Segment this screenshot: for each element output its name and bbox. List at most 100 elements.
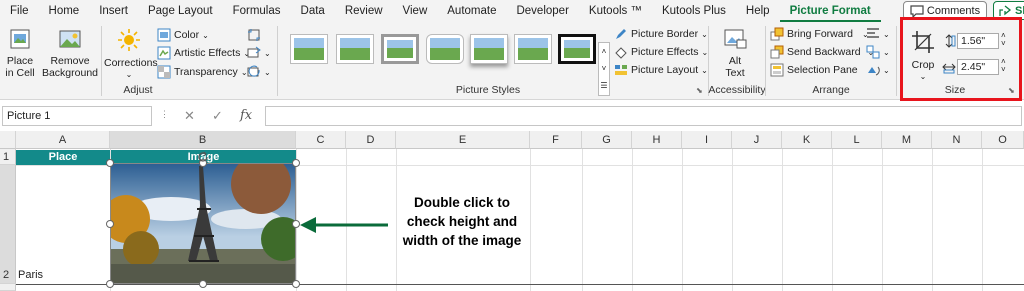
bring-forward-label: Bring Forward: [787, 28, 853, 40]
more-options-icon[interactable]: ⋮: [160, 109, 169, 120]
tab-data[interactable]: Data: [291, 0, 335, 22]
picture-style-7[interactable]: [558, 34, 596, 64]
tab-view[interactable]: View: [393, 0, 438, 22]
column-header-g[interactable]: G: [582, 131, 632, 149]
tab-kutools[interactable]: Kutools ™: [579, 0, 652, 22]
cancel-icon[interactable]: ✕: [184, 108, 195, 124]
picture-layout-button[interactable]: Picture Layout ⌄: [614, 63, 708, 77]
tab-formulas[interactable]: Formulas: [223, 0, 291, 22]
picture-styles-group-label: Picture Styles: [455, 84, 521, 96]
align-button[interactable]: ⌄: [866, 27, 890, 41]
bring-forward-button[interactable]: Bring Forward ⌄: [770, 27, 869, 41]
resize-handle[interactable]: [199, 280, 207, 288]
remove-background-button[interactable]: Remove Background: [40, 28, 100, 79]
column-header-l[interactable]: L: [832, 131, 882, 149]
chevron-down-icon[interactable]: ˅: [599, 60, 609, 77]
column-header-f[interactable]: F: [530, 131, 582, 149]
column-header-h[interactable]: H: [632, 131, 682, 149]
corrections-button[interactable]: Corrections ⌄: [104, 28, 158, 81]
chevron-down-icon: ⌄: [701, 29, 708, 39]
picture-styles-launcher-icon[interactable]: ⬊: [696, 86, 703, 95]
place-in-cell-button[interactable]: Place in Cell: [2, 28, 38, 79]
selection-pane-label: Selection Pane: [787, 64, 858, 76]
resize-handle[interactable]: [292, 159, 300, 167]
chevron-down-icon: ⌄: [883, 65, 890, 75]
cell-a2-paris[interactable]: Paris: [18, 269, 43, 281]
resize-handle[interactable]: [106, 220, 114, 228]
transparency-button[interactable]: Transparency ⌄: [157, 65, 248, 79]
column-header-n[interactable]: N: [932, 131, 982, 149]
picture-effects-label: Picture Effects: [631, 46, 699, 58]
column-header-m[interactable]: M: [882, 131, 932, 149]
resize-handle[interactable]: [292, 280, 300, 288]
resize-handle[interactable]: [106, 159, 114, 167]
bring-forward-icon: [770, 27, 784, 41]
tab-review[interactable]: Review: [335, 0, 393, 22]
picture-style-2[interactable]: [336, 34, 374, 64]
alt-text-button[interactable]: Alt Text: [714, 28, 756, 79]
compress-pictures-icon: [248, 29, 260, 41]
row-header-1[interactable]: 1: [0, 149, 16, 165]
formula-input[interactable]: [265, 106, 1022, 126]
tab-help[interactable]: Help: [736, 0, 780, 22]
column-header-e[interactable]: E: [396, 131, 530, 149]
picture-effects-icon: [615, 47, 627, 59]
tab-page-layout[interactable]: Page Layout: [138, 0, 223, 22]
picture-effects-button[interactable]: Picture Effects ⌄: [614, 45, 708, 59]
menu-bar: File Home Insert Page Layout Formulas Da…: [0, 0, 1024, 22]
change-picture-button[interactable]: ⌄: [247, 46, 271, 60]
column-header-o[interactable]: O: [982, 131, 1024, 149]
compress-pictures-button[interactable]: [247, 28, 261, 42]
selection-pane-button[interactable]: Selection Pane: [770, 63, 858, 77]
comments-label: Comments: [926, 4, 981, 17]
alt-text-label: Alt Text: [725, 55, 745, 79]
column-header-a[interactable]: A: [16, 131, 110, 149]
ribbon: Place in Cell Remove Background Correcti…: [0, 22, 1024, 100]
tab-insert[interactable]: Insert: [89, 0, 138, 22]
picture-style-5[interactable]: [470, 34, 508, 64]
picture-style-3[interactable]: [381, 34, 419, 64]
cell-a1-place[interactable]: Place: [16, 150, 110, 165]
gallery-scrollbar[interactable]: ˄ ˅ ☰: [598, 42, 610, 96]
insert-function-icon[interactable]: fx: [240, 108, 252, 123]
picture-border-label: Picture Border: [631, 28, 699, 40]
column-header-b[interactable]: B: [110, 131, 296, 149]
tab-home[interactable]: Home: [39, 0, 90, 22]
column-header-c[interactable]: C: [296, 131, 346, 149]
picture-style-4[interactable]: [426, 34, 464, 64]
row-header-2[interactable]: 2: [0, 165, 16, 284]
picture-border-button[interactable]: Picture Border ⌄: [614, 27, 708, 41]
pointer-arrow-icon: [300, 217, 388, 233]
tab-file[interactable]: File: [0, 0, 39, 22]
column-header-k[interactable]: K: [782, 131, 832, 149]
more-icon[interactable]: ☰: [599, 77, 609, 94]
chevron-up-icon[interactable]: ˄: [599, 43, 609, 60]
tab-kutools-plus[interactable]: Kutools Plus: [652, 0, 736, 22]
enter-icon[interactable]: ✓: [212, 108, 223, 124]
resize-handle[interactable]: [106, 280, 114, 288]
column-header-i[interactable]: I: [682, 131, 732, 149]
reset-picture-button[interactable]: ⌄: [247, 65, 271, 79]
tab-picture-format[interactable]: Picture Format: [779, 0, 881, 22]
name-box[interactable]: Picture 1: [2, 106, 152, 126]
send-backward-button[interactable]: Send Backward⌄: [770, 45, 874, 59]
chevron-down-icon: ⌄: [125, 70, 133, 79]
send-backward-icon: [770, 45, 784, 59]
tab-developer[interactable]: Developer: [506, 0, 578, 22]
picture-style-1[interactable]: [290, 34, 328, 64]
group-button[interactable]: ⌄: [866, 45, 890, 59]
tab-automate[interactable]: Automate: [437, 0, 506, 22]
select-all-corner[interactable]: [0, 131, 16, 149]
column-header-j[interactable]: J: [732, 131, 782, 149]
row-header-3[interactable]: [0, 284, 16, 291]
rotate-icon: [868, 66, 880, 76]
remove-background-label: Remove Background: [41, 55, 99, 79]
rotate-button[interactable]: ⌄: [866, 63, 890, 77]
column-header-d[interactable]: D: [346, 131, 396, 149]
picture-style-6[interactable]: [514, 34, 552, 64]
artistic-effects-button[interactable]: Artistic Effects ⌄: [157, 46, 250, 60]
color-button[interactable]: Color ⌄: [157, 28, 209, 42]
eiffel-tower-picture[interactable]: [110, 163, 296, 284]
selection-pane-icon: [770, 63, 784, 77]
rotate-handle-icon[interactable]: [196, 151, 210, 163]
